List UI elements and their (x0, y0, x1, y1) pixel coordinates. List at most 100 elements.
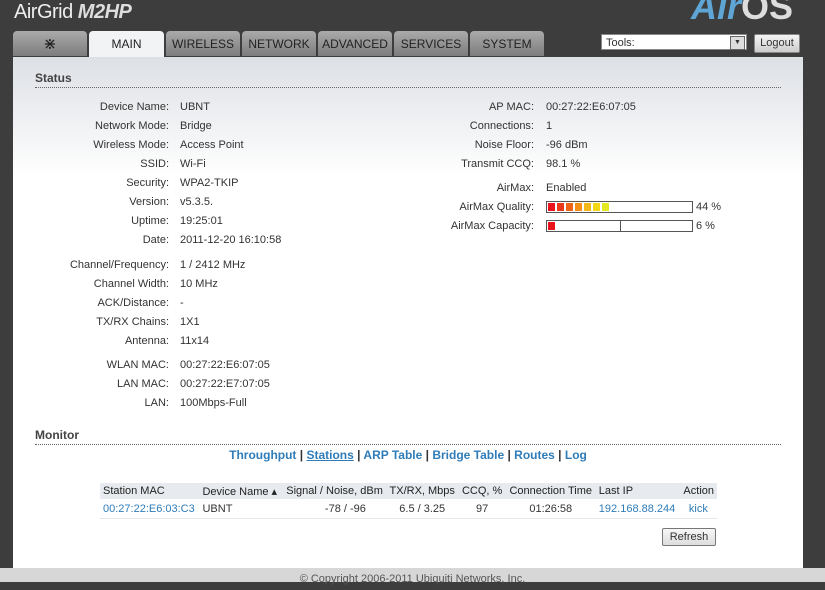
table-cell: UBNT (199, 499, 282, 519)
table-cell: -78 / -96 (281, 499, 386, 519)
table-cell: 6.5 / 3.25 (385, 499, 459, 519)
airmax-capacity-percent: 6 % (696, 220, 715, 232)
field-label: Transmit CCQ: (461, 158, 534, 170)
field-value: WPA2-TKIP (180, 177, 239, 189)
table-cell: 97 (458, 499, 506, 519)
table-row: 00:27:22:E6:03:C3 UBNT -78 / -96 6.5 / 3.25… (100, 499, 717, 519)
monitor-links: Throughput | Stations | ARP Table | Brid… (229, 448, 587, 462)
brand-air: Air (690, 0, 741, 27)
field-label: Uptime: (131, 215, 169, 227)
field-label: Network Mode: (95, 120, 169, 132)
column-header[interactable]: Signal / Noise, dBm (281, 483, 386, 499)
field-label: Channel/Frequency: (69, 259, 169, 271)
field-value: 10 MHz (180, 278, 218, 290)
airmax-quality-label: AirMax Quality: (459, 201, 534, 213)
field-value: 2011-12-20 16:10:58 (180, 234, 282, 246)
field-value: 00:27:22:E6:07:05 (180, 359, 270, 371)
bar-segment (566, 203, 573, 211)
tab-network[interactable]: NETWORK (242, 31, 316, 56)
column-header[interactable]: TX/RX, Mbps (385, 483, 459, 499)
field-value: v5.3.5. (180, 196, 214, 208)
monitor-link-arp-table[interactable]: ARP Table (363, 448, 422, 462)
product-name: AirGrid (14, 1, 73, 23)
monitor-link-log[interactable]: Log (565, 448, 587, 462)
monitor-link-throughput[interactable]: Throughput (229, 448, 296, 462)
field-label: AirMax: (496, 182, 534, 194)
field-label: Connections: (469, 120, 534, 132)
product-logo: AirGrid M2HP (14, 1, 132, 24)
ubiquiti-logo-icon: ⋇ (43, 36, 57, 53)
monitor-link-bridge-table[interactable]: Bridge Table (432, 448, 504, 462)
table-cell: 01:26:58 (505, 499, 596, 519)
capacity-range (547, 221, 621, 231)
field-value: Wi-Fi (180, 158, 206, 170)
product-model: M2HP (77, 1, 132, 23)
column-header[interactable]: Device Name ▴ (199, 483, 282, 499)
tools-select[interactable]: Tools: ▼ (601, 34, 747, 50)
field-label: Antenna: (124, 335, 169, 347)
content-panel: Status Monitor Throughput | Stations | A… (13, 57, 803, 568)
field-value: 1X1 (180, 316, 200, 328)
column-header[interactable]: Station MAC (100, 483, 200, 499)
station-mac-link[interactable]: 00:27:22:E6:03:C3 (100, 499, 200, 519)
bar-segment (602, 203, 609, 211)
logout-button[interactable]: Logout (754, 34, 800, 53)
field-value: 100Mbps-Full (180, 397, 247, 409)
field-value: 19:25:01 (180, 215, 223, 227)
monitor-link-routes[interactable]: Routes (514, 448, 555, 462)
bar-segment (557, 203, 564, 211)
airmax-quality-bar (546, 201, 693, 213)
column-header[interactable]: Action (679, 483, 717, 499)
field-label: AP MAC: (488, 101, 534, 113)
field-label: Wireless Mode: (93, 139, 169, 151)
tab-wireless[interactable]: WIRELESS (166, 31, 240, 56)
airmax-quality-percent: 44 % (696, 201, 722, 213)
main-tabs: ⋇ MAIN WIRELESS NETWORK ADVANCED SERVICES SYST… (13, 31, 546, 57)
field-label: Date: (142, 234, 169, 246)
airmax-capacity-label: AirMax Capacity: (450, 220, 534, 232)
field-label: Security: (126, 177, 169, 189)
airmax-capacity-bar (546, 220, 693, 232)
airos-logo: AirOS (691, 0, 793, 28)
bar-segment (584, 203, 591, 211)
field-value: -96 dBm (546, 139, 588, 151)
column-header[interactable]: Connection Time (505, 483, 596, 499)
tab-advanced[interactable]: ADVANCED (318, 31, 392, 56)
field-value: 1 (546, 120, 553, 132)
brand-os: OS (740, 0, 793, 27)
field-label: SSID: (140, 158, 169, 170)
field-value: Enabled (546, 182, 587, 194)
tab-main[interactable]: MAIN (89, 31, 164, 57)
tools-value: Tools: (606, 37, 635, 49)
monitor-heading: Monitor (35, 428, 781, 445)
tab-system[interactable]: SYSTEM (470, 31, 544, 56)
bar-segment (548, 203, 555, 211)
column-header[interactable]: Last IP (595, 483, 680, 499)
field-value: 98.1 % (546, 158, 581, 170)
field-value: 00:27:22:E6:07:05 (546, 101, 636, 113)
chevron-down-icon[interactable]: ▼ (730, 36, 745, 50)
field-label: TX/RX Chains: (96, 316, 169, 328)
field-value: - (180, 297, 184, 309)
field-label: Noise Floor: (474, 139, 534, 151)
status-heading: Status (35, 71, 781, 88)
field-label: LAN MAC: (117, 378, 169, 390)
field-label: WLAN MAC: (106, 359, 169, 371)
tab-services[interactable]: SERVICES (394, 31, 468, 56)
footer: © Copyright 2006-2011 Ubiquiti Networks,… (0, 568, 825, 585)
column-header[interactable]: CCQ, % (458, 483, 506, 499)
field-value: 11x14 (180, 335, 210, 347)
refresh-button[interactable]: Refresh (662, 528, 716, 546)
last-ip-link[interactable]: 192.168.88.244 (595, 499, 680, 519)
bar-segment (593, 203, 600, 211)
table-header: Station MAC Device Name ▴ Signal / Noise, … (100, 483, 717, 499)
field-label: ACK/Distance: (97, 297, 169, 309)
field-value: 00:27:22:E7:07:05 (180, 378, 270, 390)
field-value: 1 / 2412 MHz (180, 259, 246, 271)
field-value: UBNT (180, 101, 210, 113)
field-label: Version: (129, 196, 169, 208)
tab-home[interactable]: ⋇ (13, 31, 87, 56)
stations-table: Station MAC Device Name ▴ Signal / Noise, … (100, 483, 717, 519)
kick-link[interactable]: kick (679, 499, 717, 519)
monitor-link-stations[interactable]: Stations (306, 448, 353, 462)
